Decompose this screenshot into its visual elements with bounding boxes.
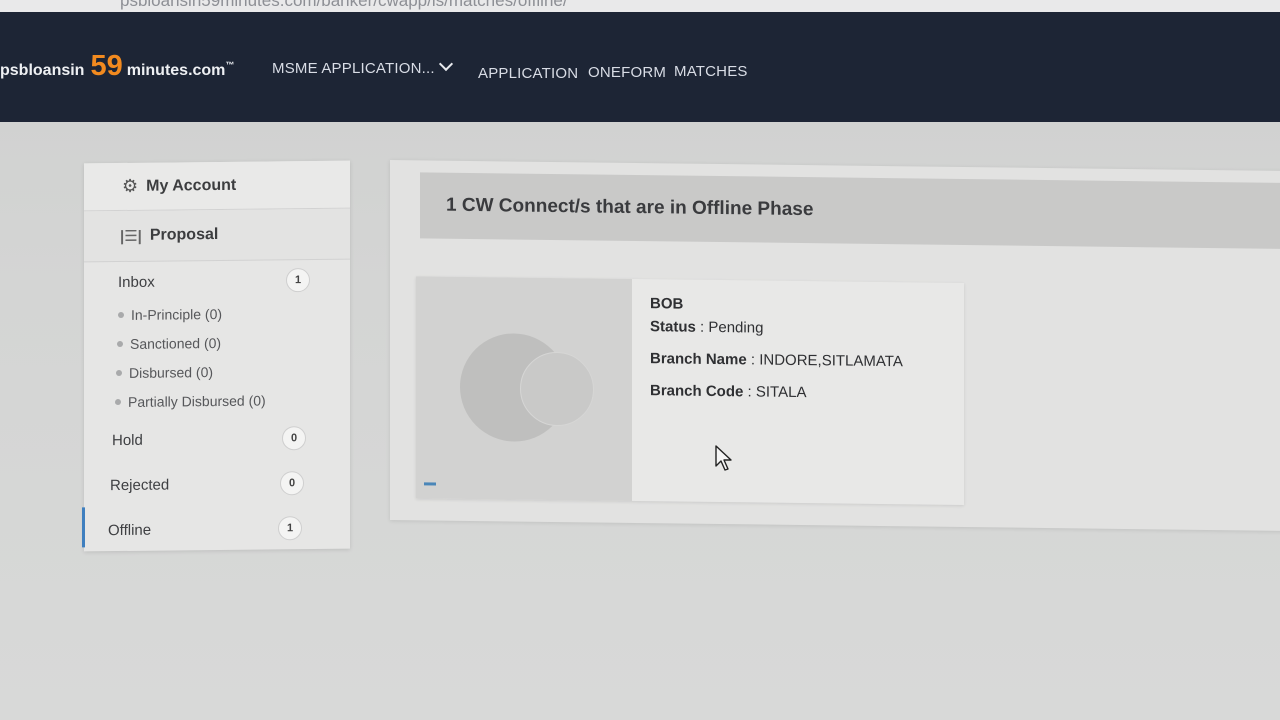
branch-name-line: Branch Name : INDORE,SITLAMATA <box>650 350 903 371</box>
main-panel: 1 CW Connect/s that are in Offline Phase… <box>390 160 1280 531</box>
nav-msme-application-dropdown[interactable]: MSME APPLICATION... <box>272 56 453 77</box>
brand-prefix: psbloansin <box>0 62 85 79</box>
placeholder-circle-icon <box>520 351 594 427</box>
sub-sanctioned-label: Sanctioned (0) <box>130 334 222 352</box>
bank-name: BOB <box>650 295 684 313</box>
bullet-icon <box>115 399 121 406</box>
status-value: Pending <box>708 318 764 337</box>
rejected-count-badge: 0 <box>280 471 304 496</box>
hold-count-badge: 0 <box>282 426 306 451</box>
active-indicator <box>82 507 85 548</box>
sub-in-principle-label: In-Principle (0) <box>131 305 223 323</box>
sidebar-subitem-sanctioned[interactable]: Sanctioned (0) <box>117 335 221 352</box>
status-label: Status <box>650 318 696 336</box>
bank-logo-placeholder <box>416 276 632 501</box>
browser-url-text: psbloansin59minutes.com/banker/cwapp/is/… <box>120 0 568 10</box>
sidebar-subitem-in-principle[interactable]: In-Principle (0) <box>118 306 222 323</box>
sidebar-subitem-partially-disbursed[interactable]: Partially Disbursed (0) <box>115 392 266 410</box>
sidebar-offline-label: Offline <box>108 521 152 539</box>
sidebar-subitem-disbursed[interactable]: Disbursed (0) <box>116 364 213 381</box>
sidebar-item-rejected[interactable]: Rejected 0 <box>84 468 344 501</box>
cw-connect-card[interactable]: BOB Status : Pending Branch Name : INDOR… <box>416 276 964 506</box>
status-line: Status : Pending <box>650 318 764 337</box>
brand-number: 59 <box>90 50 123 82</box>
bullet-icon <box>117 340 123 348</box>
bullet-icon <box>116 369 122 377</box>
brand-suffix: minutes.com <box>126 62 226 79</box>
nav-matches[interactable]: MATCHES <box>674 63 748 80</box>
browser-url-bar[interactable]: psbloansin59minutes.com/banker/cwapp/is/… <box>0 0 1280 12</box>
sidebar-hold-label: Hold <box>112 431 143 449</box>
card-details: BOB Status : Pending Branch Name : INDOR… <box>650 295 903 417</box>
brand-trademark: ™ <box>225 60 235 70</box>
nav-oneform[interactable]: ONEFORM <box>588 64 666 81</box>
image-indicator <box>424 482 436 486</box>
branch-name-value: INDORE,SITLAMATA <box>759 351 903 371</box>
sub-partially-disbursed-label: Partially Disbursed (0) <box>128 392 266 410</box>
inbox-count-badge: 1 <box>286 268 310 293</box>
document-list-icon: |☰| <box>120 227 142 246</box>
branch-code-value: SITALA <box>755 383 807 402</box>
nav-msme-application-label: MSME APPLICATION... <box>272 60 435 77</box>
sidebar-my-account[interactable]: ⚙ My Account <box>84 160 350 212</box>
sidebar-item-hold[interactable]: Hold 0 <box>84 423 344 456</box>
offline-count-badge: 1 <box>278 516 302 541</box>
mouse-cursor-icon <box>715 445 732 471</box>
branch-code-label: Branch Code <box>650 382 744 401</box>
offline-phase-header: 1 CW Connect/s that are in Offline Phase <box>420 172 1280 249</box>
sidebar: ⚙ My Account |☰| Proposal Inbox 1 In-Pri… <box>82 160 350 552</box>
sidebar-item-offline[interactable]: Offline 1 <box>84 513 344 546</box>
sidebar-item-inbox[interactable]: Inbox 1 <box>84 265 344 298</box>
sidebar-inbox-label: Inbox <box>118 273 155 291</box>
brand-logo[interactable]: psbloansin 59 minutes.com ™ <box>0 52 234 86</box>
branch-name-label: Branch Name <box>650 350 747 369</box>
sidebar-my-account-label: My Account <box>146 176 237 195</box>
sub-disbursed-label: Disbursed (0) <box>129 364 214 381</box>
sidebar-rejected-label: Rejected <box>110 476 170 494</box>
gear-icon: ⚙ <box>122 175 139 196</box>
top-navbar: psbloansin 59 minutes.com ™ MSME APPLICA… <box>0 12 1280 122</box>
sidebar-proposal-label: Proposal <box>149 225 219 244</box>
sidebar-proposal[interactable]: |☰| Proposal <box>84 208 350 263</box>
bullet-icon <box>118 311 124 319</box>
branch-code-line: Branch Code : SITALA <box>650 382 807 402</box>
nav-application[interactable]: APPLICATION <box>478 65 578 82</box>
chevron-down-icon <box>438 56 453 72</box>
